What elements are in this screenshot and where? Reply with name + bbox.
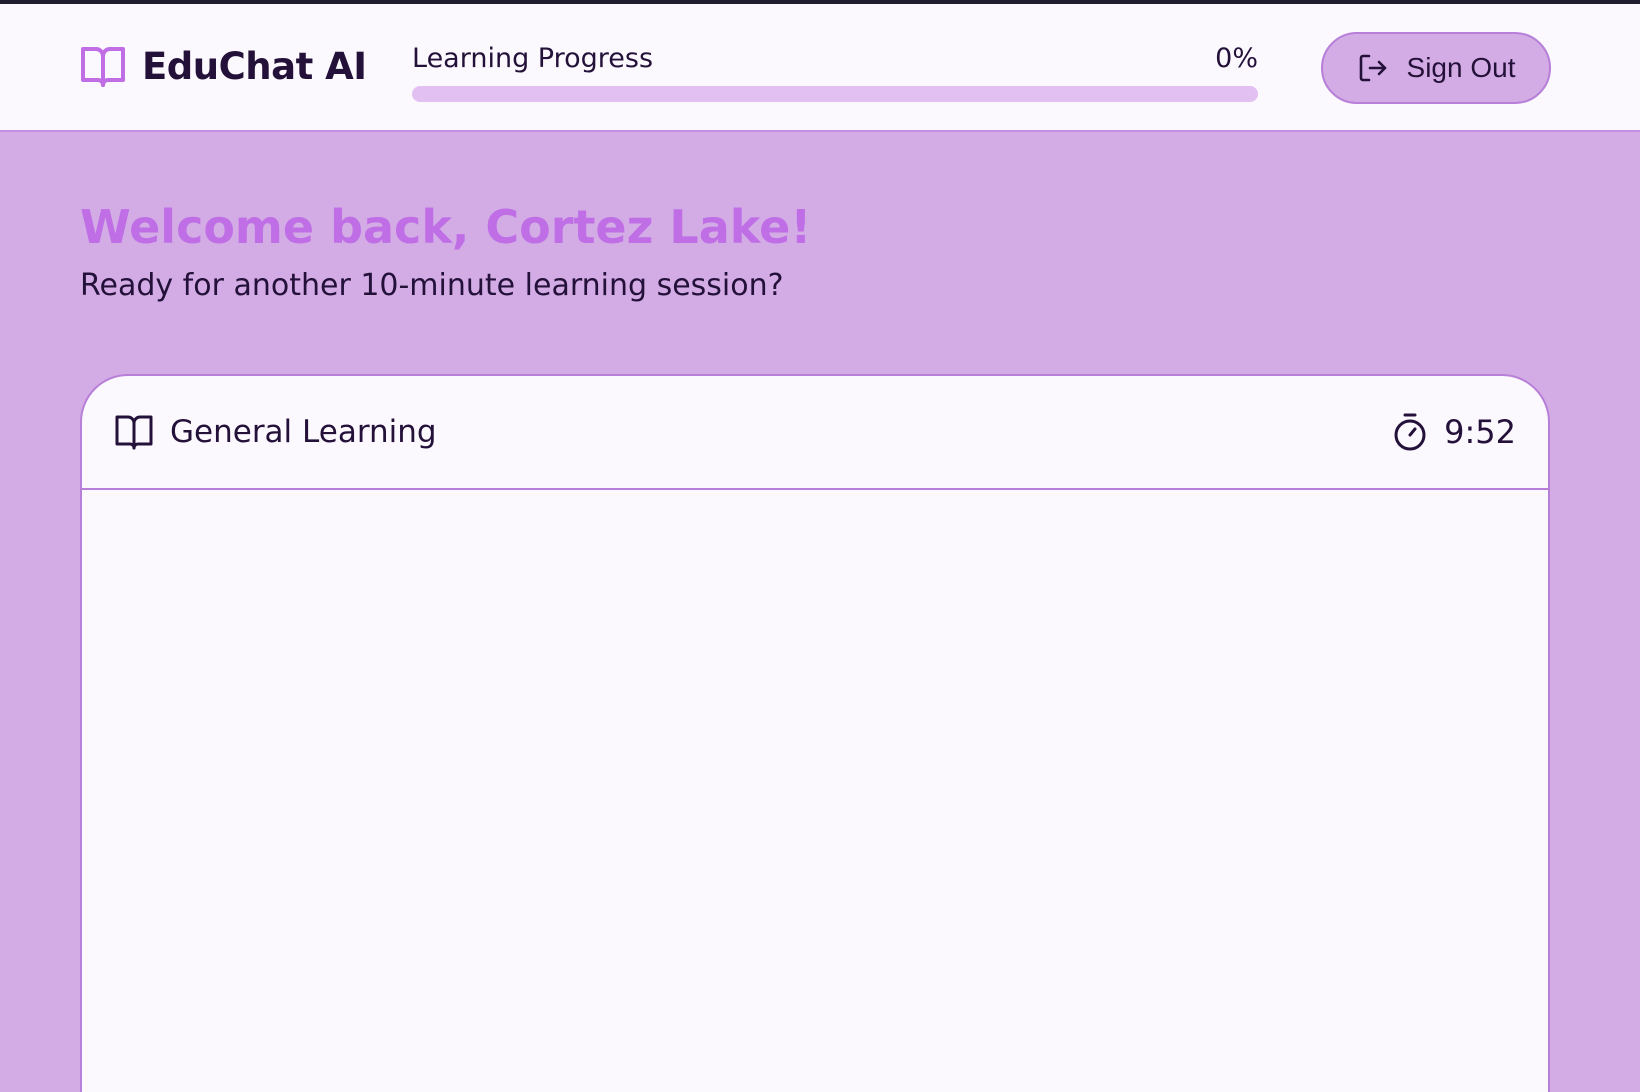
brand[interactable]: EduChat AI	[80, 44, 367, 88]
book-open-icon	[80, 44, 126, 88]
session-topic-label: General Learning	[170, 414, 437, 450]
welcome-subtitle: Ready for another 10-minute learning ses…	[80, 268, 784, 303]
sign-out-label: Sign Out	[1406, 52, 1516, 83]
app-header: EduChat AI Learning Progress 0% Sign Out	[0, 4, 1640, 132]
sign-out-icon	[1357, 52, 1389, 84]
chat-messages-area[interactable]	[82, 492, 1548, 1092]
session-timer-value: 9:52	[1444, 413, 1516, 451]
session-topic: General Learning	[114, 413, 437, 451]
welcome-title: Welcome back, Cortez Lake!	[80, 200, 812, 254]
learning-progress: Learning Progress 0%	[412, 40, 1258, 102]
session-header: General Learning 9:52	[82, 376, 1548, 490]
progress-bar-track	[412, 86, 1258, 102]
chat-session-card: General Learning 9:52	[80, 374, 1550, 1092]
book-open-icon	[114, 413, 154, 451]
sign-out-button[interactable]: Sign Out	[1321, 32, 1551, 104]
stopwatch-icon	[1392, 412, 1428, 452]
session-timer: 9:52	[1392, 412, 1516, 452]
progress-value: 0%	[1215, 42, 1258, 74]
app-title: EduChat AI	[142, 44, 367, 88]
progress-label: Learning Progress	[412, 42, 654, 74]
